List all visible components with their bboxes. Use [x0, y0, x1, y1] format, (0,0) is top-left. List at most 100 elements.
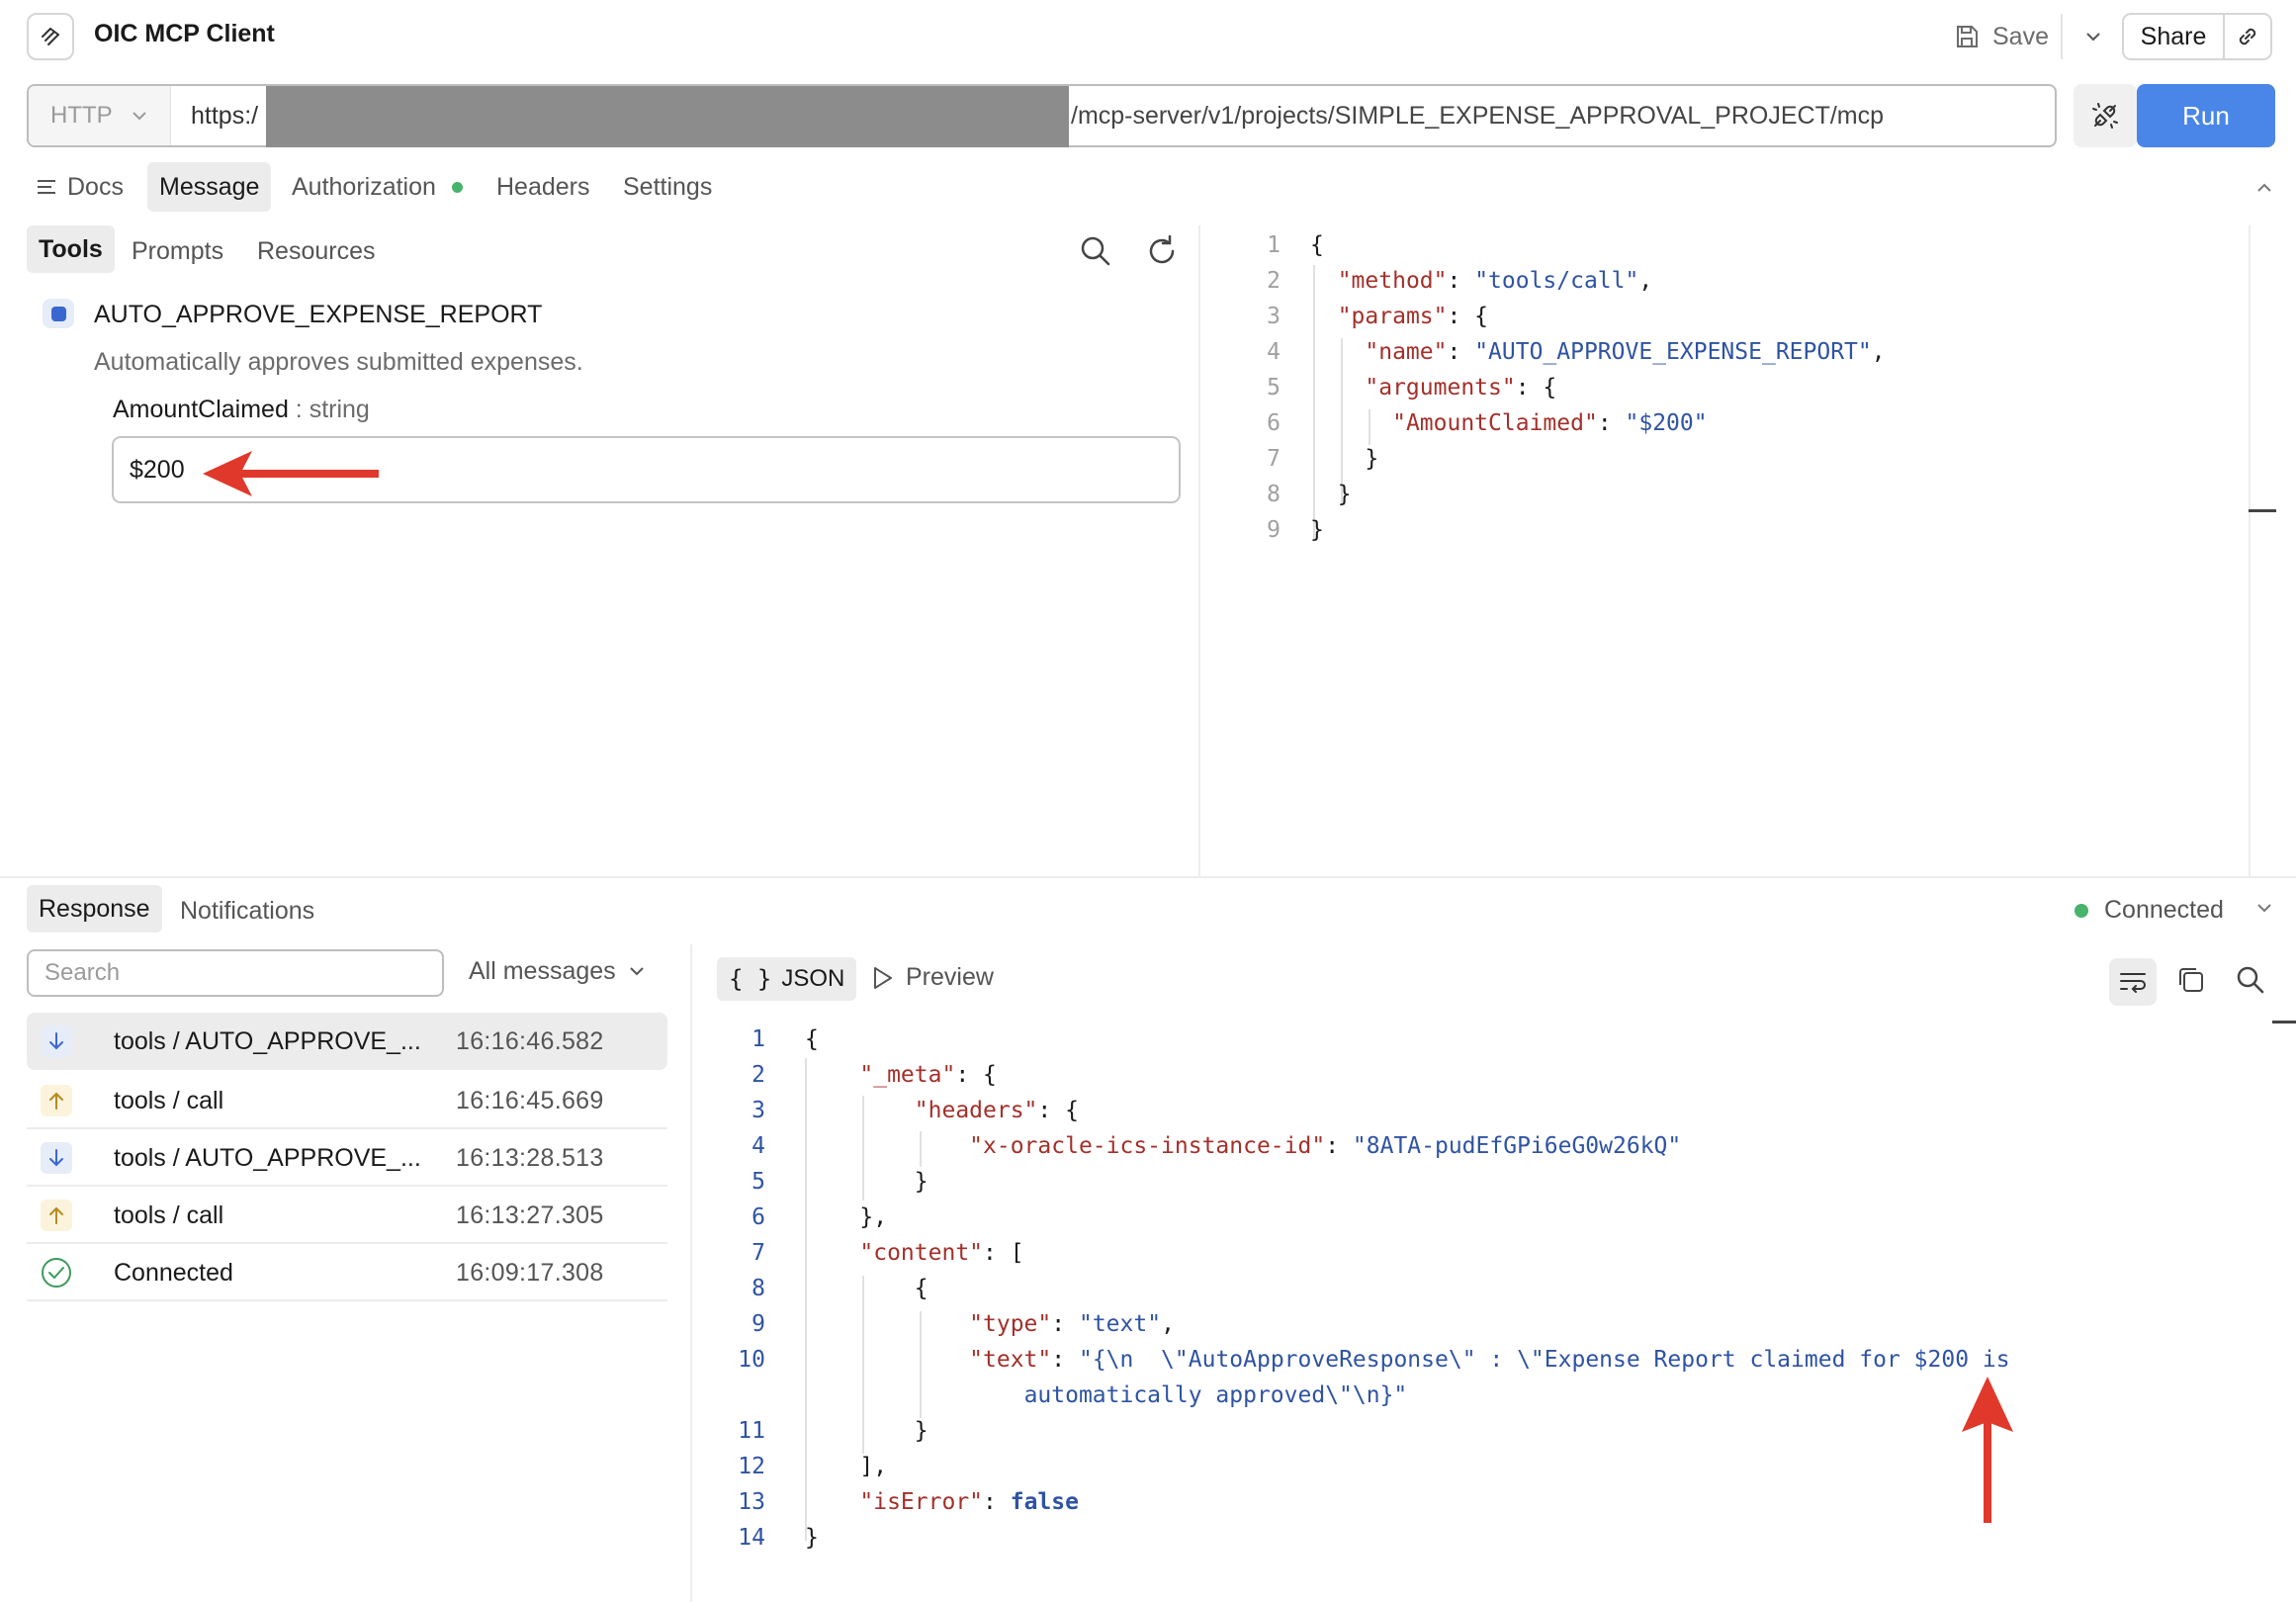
log-row[interactable]: tools / call 16:16:45.669	[27, 1072, 667, 1129]
log-label: tools / AUTO_APPROVE_...	[114, 1027, 421, 1055]
radio-dot	[50, 306, 66, 321]
status-dot	[451, 181, 463, 193]
json-string: "AUTO_APPROVE_EXPENSE_REPORT"	[1474, 339, 1872, 365]
plug-disconnect-icon	[2092, 103, 2118, 129]
view-preview-button[interactable]: Preview	[872, 963, 994, 992]
divider	[690, 944, 692, 1602]
app-logo-icon	[27, 13, 74, 60]
tool-name[interactable]: AUTO_APPROVE_EXPENSE_REPORT	[94, 301, 542, 329]
tab-notifications[interactable]: Notifications	[180, 897, 314, 926]
chevron-down-icon	[629, 967, 644, 976]
json-string: automatically approved\"\n}"	[1023, 1382, 1408, 1408]
app-title: OIC MCP Client	[94, 20, 275, 47]
tab-authorization[interactable]: Authorization	[292, 162, 463, 212]
json-key: "_meta"	[859, 1062, 956, 1088]
refresh-icon[interactable]	[1144, 233, 1180, 274]
json-key: "arguments"	[1365, 375, 1516, 400]
view-json-label: JSON	[781, 965, 845, 992]
log-search-input[interactable]: Search	[27, 949, 444, 997]
share-button[interactable]: Share	[2124, 23, 2223, 51]
search-icon[interactable]	[2235, 964, 2266, 1001]
view-json-button[interactable]: { } JSON	[717, 957, 857, 1001]
arrow-up-icon	[41, 1200, 72, 1231]
run-button[interactable]: Run	[2137, 84, 2275, 147]
arrow-down-icon	[41, 1142, 72, 1174]
list-icon	[38, 180, 55, 194]
json-key: "content"	[859, 1240, 984, 1266]
subtab-tools[interactable]: Tools	[27, 225, 115, 273]
braces-icon: { }	[729, 965, 772, 993]
annotation-arrow-up-icon	[1962, 1377, 2013, 1523]
share-group: Share	[2122, 13, 2272, 60]
transport-value: HTTP	[50, 102, 113, 129]
word-wrap-button[interactable]	[2109, 958, 2157, 1006]
arrow-down-icon	[41, 1025, 72, 1057]
request-line-numbers: 1 2 3 4 5 6 7 8 9	[1267, 232, 1280, 543]
status-dot	[2075, 903, 2088, 918]
scrollbar-thumb[interactable]	[2249, 509, 2276, 512]
transport-select[interactable]: HTTP	[29, 86, 171, 145]
log-time: 16:09:17.308	[456, 1259, 604, 1287]
json-boolean: false	[1010, 1489, 1079, 1515]
tab-docs-label: Docs	[67, 172, 124, 201]
tab-response[interactable]: Response	[27, 885, 162, 933]
param-name: AmountClaimed	[113, 396, 289, 423]
log-row[interactable]: tools / call 16:13:27.305	[27, 1187, 667, 1244]
disconnect-button[interactable]	[2074, 84, 2137, 147]
tool-radio[interactable]	[43, 299, 74, 328]
chevron-down-icon	[132, 111, 146, 120]
log-row[interactable]: tools / AUTO_APPROVE_... 16:16:46.582	[27, 1013, 667, 1070]
log-time: 16:16:46.582	[456, 1027, 604, 1055]
tab-settings[interactable]: Settings	[623, 162, 712, 212]
copy-icon[interactable]	[2175, 964, 2207, 1001]
json-string: "8ATA-pudEfGPi6eG0w26kQ"	[1352, 1133, 1682, 1159]
message-filter-value: All messages	[469, 957, 616, 985]
play-icon	[874, 966, 892, 989]
scrollbar[interactable]	[2249, 225, 2251, 878]
url-input-prefix[interactable]: https:/	[191, 102, 258, 131]
json-key: "name"	[1365, 339, 1448, 365]
param-label: AmountClaimed : string	[113, 396, 370, 424]
url-bar: HTTP https:/ /mcp-server/v1/projects/SIM…	[27, 84, 2057, 147]
response-json-viewer: { "_meta": { "headers": { "x-oracle-ics-…	[805, 1026, 2010, 1551]
log-row[interactable]: tools / AUTO_APPROVE_... 16:13:28.513	[27, 1129, 667, 1187]
panel-splitter[interactable]	[0, 876, 2296, 878]
subtab-prompts[interactable]: Prompts	[132, 237, 223, 266]
save-button[interactable]: Save	[1953, 15, 2049, 58]
save-icon	[1957, 26, 1978, 47]
link-icon	[2239, 28, 2256, 45]
url-input-path[interactable]: /mcp-server/v1/projects/SIMPLE_EXPENSE_A…	[1071, 102, 1884, 131]
collapse-chevron-up-icon[interactable]	[2256, 180, 2272, 198]
subtab-resources[interactable]: Resources	[257, 237, 376, 266]
scrollbar-thumb[interactable]	[2272, 1021, 2296, 1024]
connection-status-label: Connected	[2104, 896, 2224, 924]
tab-docs[interactable]: Docs	[36, 162, 124, 212]
response-line-numbers: 1 2 3 4 5 6 7 8 9 10 11 12 13 14	[738, 1026, 765, 1551]
log-row[interactable]: Connected 16:09:17.308	[27, 1244, 667, 1301]
arrow-up-icon	[41, 1085, 72, 1116]
copy-link-button[interactable]	[2225, 24, 2270, 49]
log-label: tools / call	[114, 1202, 224, 1229]
chevron-down-icon[interactable]	[2256, 900, 2272, 918]
json-string: "{\n \"AutoApproveResponse\" : \"Expense…	[1078, 1347, 2010, 1373]
param-type: : string	[288, 396, 370, 423]
json-key: "method"	[1337, 268, 1448, 294]
request-json-editor[interactable]: { "method": "tools/call", "params": { "n…	[1310, 227, 1886, 548]
log-label: tools / call	[114, 1087, 224, 1114]
message-filter-select[interactable]: All messages	[469, 957, 644, 986]
save-options-chevron-down-icon[interactable]	[2076, 20, 2110, 53]
view-preview-label: Preview	[906, 963, 994, 991]
log-label: Connected	[114, 1259, 233, 1287]
message-log: tools / AUTO_APPROVE_... 16:16:46.582 to…	[27, 1013, 667, 1301]
json-key: "isError"	[859, 1489, 984, 1515]
json-key: "AmountClaimed"	[1392, 410, 1598, 436]
check-circle-icon	[41, 1257, 72, 1289]
log-time: 16:16:45.669	[456, 1087, 604, 1114]
save-label: Save	[1992, 22, 2049, 50]
tab-headers[interactable]: Headers	[496, 162, 590, 212]
tab-message[interactable]: Message	[147, 162, 272, 212]
json-string: "text"	[1078, 1311, 1162, 1337]
log-time: 16:13:27.305	[456, 1202, 604, 1229]
json-key: "x-oracle-ics-instance-id"	[969, 1133, 1326, 1159]
search-icon[interactable]	[1078, 233, 1113, 274]
